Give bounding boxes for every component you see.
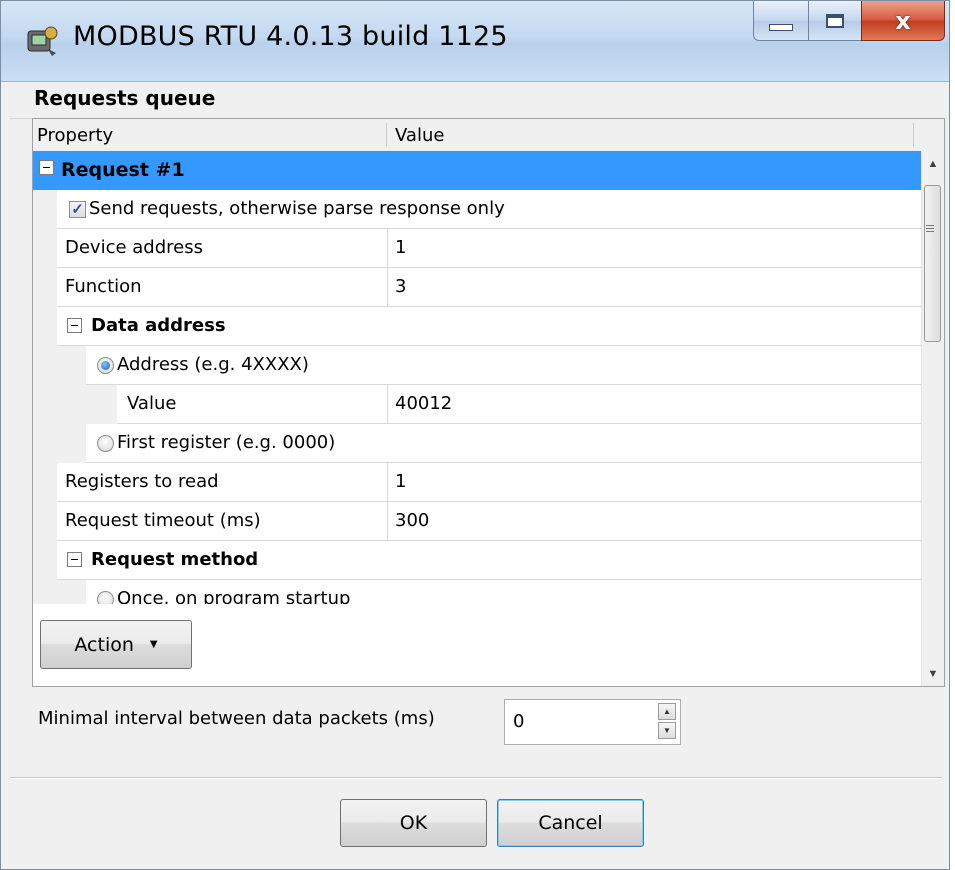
footer-separator (10, 777, 942, 779)
minimize-icon (769, 24, 793, 31)
grid-vertical-scrollbar[interactable]: ▲ ▼ (921, 151, 944, 686)
grid-column-header: Property Value (33, 119, 944, 152)
request-1-label: Request #1 (61, 159, 185, 181)
cancel-button[interactable]: Cancel (497, 799, 644, 847)
request-method-label: Request method (91, 549, 259, 570)
column-header-value[interactable]: Value (395, 125, 444, 146)
grid-row-device-address[interactable]: Device address 1 (33, 229, 921, 268)
address-radio[interactable] (97, 357, 114, 374)
interval-label: Minimal interval between data packets (m… (38, 708, 435, 729)
request-timeout-label: Request timeout (ms) (65, 510, 261, 531)
first-register-radio[interactable] (97, 435, 114, 452)
grid-row-address-value[interactable]: Value 40012 (33, 385, 921, 424)
spin-down-icon[interactable]: ▼ (658, 722, 676, 739)
close-icon: x (895, 6, 911, 35)
registers-to-read-value[interactable]: 1 (387, 463, 406, 501)
once-option-label: Once, on program startup (117, 588, 351, 604)
send-requests-label: Send requests, otherwise parse response … (89, 198, 505, 219)
once-radio[interactable] (97, 591, 114, 604)
address-value-label: Value (127, 393, 177, 414)
interval-spinner[interactable]: 0 ▲ ▼ (504, 699, 681, 745)
first-register-option-label: First register (e.g. 0000) (117, 432, 336, 453)
property-grid[interactable]: Property Value Request #1 ✓ Send request… (32, 118, 945, 687)
maximize-icon (826, 13, 844, 28)
send-requests-checkbox[interactable]: ✓ (69, 201, 86, 218)
window-title: MODBUS RTU 4.0.13 build 1125 (73, 21, 508, 52)
close-button[interactable]: x (861, 1, 945, 41)
registers-to-read-label: Registers to read (65, 471, 219, 492)
grid-row-once-option[interactable]: Once, on program startup (33, 580, 921, 604)
function-value[interactable]: 3 (387, 268, 406, 306)
grid-row-registers-to-read[interactable]: Registers to read 1 (33, 463, 921, 502)
column-header-property[interactable]: Property (37, 125, 113, 146)
scrollbar-thumb[interactable] (924, 185, 941, 342)
grid-row-request-method[interactable]: Request method (33, 541, 921, 580)
spin-up-icon[interactable]: ▲ (658, 703, 676, 720)
app-icon (27, 26, 58, 56)
collapse-icon[interactable] (39, 160, 54, 175)
function-label: Function (65, 276, 142, 297)
collapse-icon[interactable] (67, 552, 82, 567)
device-address-label: Device address (65, 237, 203, 258)
chevron-down-icon: ▼ (149, 639, 158, 650)
action-button-label: Action (74, 633, 134, 656)
minimize-button[interactable] (753, 1, 809, 41)
dialog-client-area: Requests queue Property Value Request #1… (10, 82, 945, 865)
address-value-value[interactable]: 40012 (387, 385, 452, 423)
data-address-label: Data address (91, 315, 226, 336)
scroll-up-arrow-icon[interactable]: ▲ (922, 153, 944, 175)
scrollbar-grip-icon (926, 225, 934, 234)
column-divider (913, 123, 914, 147)
scroll-down-arrow-icon[interactable]: ▼ (922, 663, 944, 685)
grid-row-first-register-option[interactable]: First register (e.g. 0000) (33, 424, 921, 463)
requests-queue-header: Requests queue (10, 82, 940, 119)
dialog-window: MODBUS RTU 4.0.13 build 1125 x Requests … (0, 0, 950, 870)
grid-row-request-1[interactable]: Request #1 (33, 151, 921, 190)
ok-button[interactable]: OK (340, 799, 487, 847)
grid-row-function[interactable]: Function 3 (33, 268, 921, 307)
collapse-icon[interactable] (67, 318, 82, 333)
requests-queue-title: Requests queue (34, 86, 216, 110)
ok-button-label: OK (399, 812, 428, 834)
grid-row-address-option[interactable]: Address (e.g. 4XXXX) (33, 346, 921, 385)
action-dropdown-button[interactable]: Action ▼ (40, 620, 192, 669)
grid-row-send-requests[interactable]: ✓ Send requests, otherwise parse respons… (33, 190, 921, 229)
column-divider[interactable] (386, 123, 387, 147)
maximize-button[interactable] (808, 1, 862, 41)
request-timeout-value[interactable]: 300 (387, 502, 429, 540)
device-address-value[interactable]: 1 (387, 229, 406, 267)
grid-row-request-timeout[interactable]: Request timeout (ms) 300 (33, 502, 921, 541)
cancel-button-label: Cancel (538, 812, 603, 834)
title-bar[interactable]: MODBUS RTU 4.0.13 build 1125 x (1, 1, 949, 82)
address-option-label: Address (e.g. 4XXXX) (117, 354, 309, 375)
interval-value[interactable]: 0 (513, 700, 524, 744)
grid-row-data-address[interactable]: Data address (33, 307, 921, 346)
spin-buttons: ▲ ▼ (658, 703, 676, 741)
